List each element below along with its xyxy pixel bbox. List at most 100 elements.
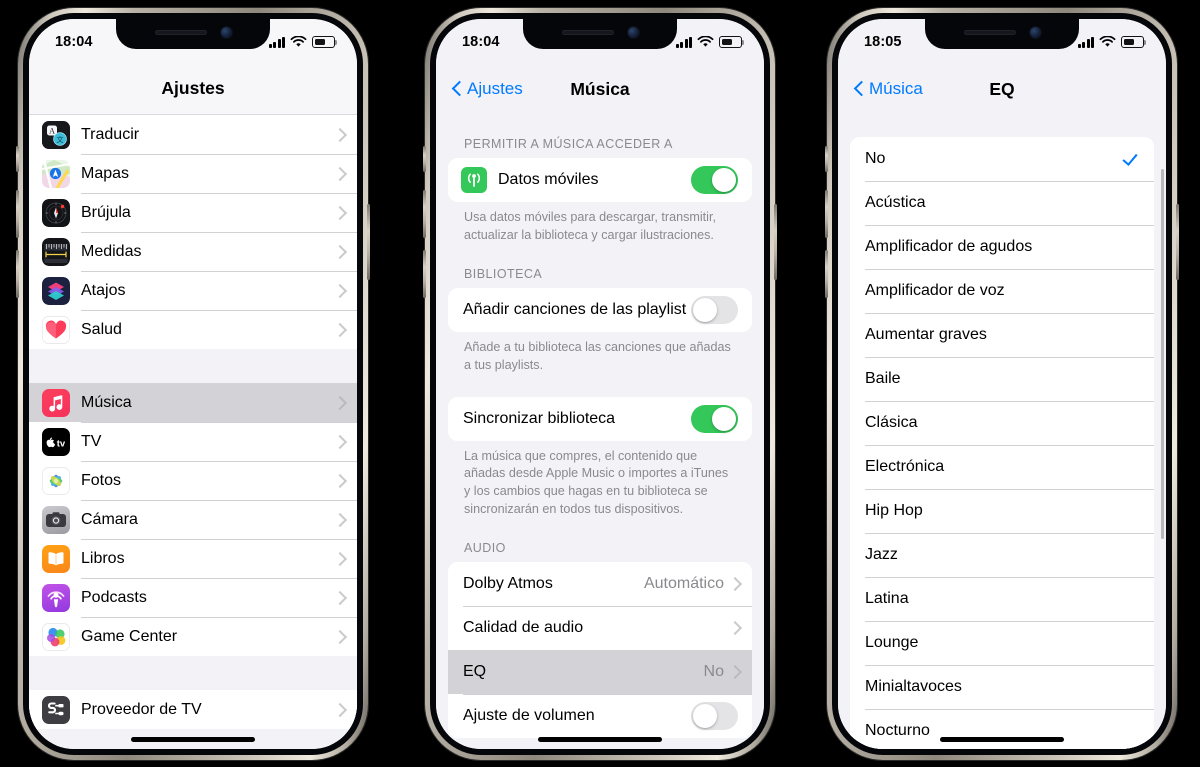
settings-row-salud[interactable]: Salud xyxy=(29,310,357,349)
eq-option-jazz[interactable]: Jazz xyxy=(850,533,1154,577)
row-dolby-atmos[interactable]: Dolby Atmos Automático xyxy=(448,562,752,606)
music-settings-scroll-list[interactable]: PERMITIR A MÚSICA ACCEDER A Datos móvile… xyxy=(436,115,764,749)
settings-row-proveedor-de-tv[interactable]: Proveedor de TV xyxy=(29,690,357,729)
eq-option-amplificador-de-agudos[interactable]: Amplificador de agudos xyxy=(850,225,1154,269)
eq-option-latina[interactable]: Latina xyxy=(850,577,1154,621)
row-label: Añadir canciones de las playlist xyxy=(463,300,687,318)
toggle-datos-moviles[interactable] xyxy=(691,166,738,194)
volume-up-button[interactable] xyxy=(423,190,426,238)
section-footer-biblioteca: Añade a tu biblioteca las canciones que … xyxy=(464,339,731,372)
settings-row-podcasts[interactable]: Podcasts xyxy=(29,578,357,617)
scroll-indicator[interactable] xyxy=(1160,169,1164,539)
eq-option-no[interactable]: No xyxy=(850,137,1154,181)
health-app-icon xyxy=(42,315,70,344)
settings-row-libros[interactable]: Libros xyxy=(29,539,357,578)
settings-row-traducir[interactable]: A文 Traducir xyxy=(29,115,357,154)
chevron-right-icon xyxy=(730,578,738,591)
row-sincronizar-biblioteca[interactable]: Sincronizar biblioteca xyxy=(448,396,752,441)
power-button[interactable] xyxy=(367,204,370,280)
page-title: EQ xyxy=(989,78,1015,99)
toggle-ajuste-de-volumen[interactable] xyxy=(691,702,738,730)
settings-row-musica[interactable]: Música xyxy=(29,383,357,422)
home-indicator[interactable] xyxy=(131,737,255,742)
music-app-icon xyxy=(42,388,70,417)
svg-text:A: A xyxy=(49,126,55,135)
home-indicator[interactable] xyxy=(538,737,662,742)
row-label: Dolby Atmos xyxy=(463,575,553,592)
settings-row-tv[interactable]: tv TV xyxy=(29,422,357,461)
home-indicator[interactable] xyxy=(940,737,1064,742)
settings-row-mapas[interactable]: Mapas xyxy=(29,154,357,193)
section-group-biblioteca: Añadir canciones de las playlist xyxy=(448,287,752,332)
row-ajuste-de-volumen[interactable]: Ajuste de volumen xyxy=(448,694,752,738)
back-button-ajustes[interactable]: Ajustes xyxy=(451,63,523,115)
eq-option-clasica[interactable]: Clásica xyxy=(850,401,1154,445)
toggle-sincronizar-biblioteca[interactable] xyxy=(691,404,738,433)
settings-row-game-center[interactable]: Game Center xyxy=(29,617,357,656)
settings-row-medidas[interactable]: Medidas xyxy=(29,232,357,271)
notch xyxy=(925,19,1079,49)
volume-up-button[interactable] xyxy=(16,190,19,238)
maps-app-icon xyxy=(42,159,70,188)
row-calidad-de-audio[interactable]: Calidad de audio xyxy=(448,606,752,650)
section-footer-sincronizar: La música que compres, el contenido que … xyxy=(464,448,729,517)
row-datos-moviles[interactable]: Datos móviles xyxy=(448,158,752,202)
chevron-right-icon xyxy=(335,703,343,716)
settings-scroll-list[interactable]: A文 Traducir Mapas Brújula Medidas Atajos… xyxy=(29,115,357,749)
volume-down-button[interactable] xyxy=(825,250,828,298)
row-label: EQ xyxy=(463,663,487,680)
phone-device-settings: 18:04 Ajustes A 文 Traducir Mapas Brújula… xyxy=(16,8,370,760)
row-eq[interactable]: EQ No xyxy=(448,650,752,694)
power-button[interactable] xyxy=(774,204,777,280)
settings-row-label: Podcasts xyxy=(81,588,147,606)
power-button[interactable] xyxy=(1176,204,1179,280)
chevron-left-icon xyxy=(451,80,462,99)
eq-option-minialtavoces[interactable]: Minialtavoces xyxy=(850,665,1154,709)
phone-screen-music: 18:04 Ajustes Música PERMITIR A MÚSICA A… xyxy=(436,19,764,749)
settings-group-apps-1: A文 Traducir Mapas Brújula Medidas Atajos… xyxy=(29,115,357,349)
settings-row-brujula[interactable]: Brújula xyxy=(29,193,357,232)
back-button-musica[interactable]: Música xyxy=(853,63,923,115)
eq-option-amplificador-de-voz[interactable]: Amplificador de voz xyxy=(850,269,1154,313)
settings-row-fotos[interactable]: Fotos xyxy=(29,461,357,500)
row-anadir-canciones[interactable]: Añadir canciones de las playlist xyxy=(448,287,752,332)
eq-option-label: Lounge xyxy=(865,634,919,651)
eq-option-lounge[interactable]: Lounge xyxy=(850,621,1154,665)
settings-row-atajos[interactable]: Atajos xyxy=(29,271,357,310)
camera-app-icon xyxy=(42,505,70,534)
cellular-data-icon xyxy=(461,167,487,193)
section-header-audio: AUDIO xyxy=(464,541,506,555)
shortcuts-app-icon xyxy=(42,276,70,305)
eq-option-label: Latina xyxy=(865,590,909,607)
eq-option-label: Acústica xyxy=(865,194,926,211)
section-header-biblioteca: BIBLIOTECA xyxy=(464,266,543,281)
eq-option-hip-hop[interactable]: Hip Hop xyxy=(850,489,1154,533)
chevron-right-icon xyxy=(335,630,343,643)
eq-option-label: No xyxy=(865,150,886,167)
eq-option-electronica[interactable]: Electrónica xyxy=(850,445,1154,489)
volume-up-button[interactable] xyxy=(825,190,828,238)
volume-down-button[interactable] xyxy=(423,250,426,298)
eq-option-acustica[interactable]: Acústica xyxy=(850,181,1154,225)
mute-switch[interactable] xyxy=(423,146,426,172)
settings-row-camara[interactable]: Cámara xyxy=(29,500,357,539)
eq-option-aumentar-graves[interactable]: Aumentar graves xyxy=(850,313,1154,357)
settings-row-label: Proveedor de TV xyxy=(81,700,202,718)
mute-switch[interactable] xyxy=(16,146,19,172)
toggle-anadir-canciones[interactable] xyxy=(691,295,738,324)
eq-option-label: Hip Hop xyxy=(865,502,923,519)
front-camera-icon xyxy=(220,26,232,38)
section-group-sincronizar: Sincronizar biblioteca xyxy=(448,396,752,441)
eq-options-scroll-list[interactable]: No Acústica Amplificador de agudos Ampli… xyxy=(838,115,1166,749)
eq-option-baile[interactable]: Baile xyxy=(850,357,1154,401)
mute-switch[interactable] xyxy=(825,146,828,172)
tvprovider-app-icon xyxy=(42,695,70,724)
eq-option-label: Clásica xyxy=(865,414,918,431)
eq-option-nocturno[interactable]: Nocturno xyxy=(850,709,1154,749)
volume-down-button[interactable] xyxy=(16,250,19,298)
